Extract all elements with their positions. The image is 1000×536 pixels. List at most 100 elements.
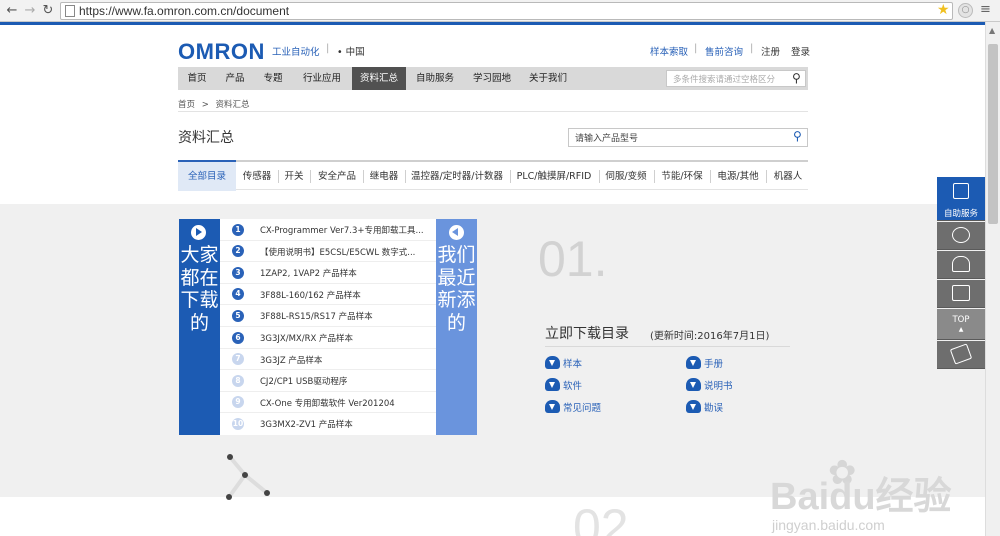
nav-self-service[interactable]: 自助服务 <box>406 67 464 90</box>
popular-downloads-label[interactable]: 大家都在下载的 <box>179 219 220 435</box>
list-item[interactable]: 10 3G3MX2-ZV1 产品样本 <box>220 413 436 435</box>
computer-button[interactable] <box>937 280 985 308</box>
nav-documents[interactable]: 资料汇总 <box>352 67 406 90</box>
download-instructions-link[interactable]: 说明书 <box>686 378 733 392</box>
back-arrow-icon[interactable]: ← <box>4 3 20 19</box>
forward-arrow-icon[interactable]: → <box>22 3 38 19</box>
download-item-label: 手册 <box>704 359 724 370</box>
tab-energy[interactable]: 节能/环保 <box>656 162 708 191</box>
header-divider: | <box>326 43 330 54</box>
tab-divider <box>599 170 600 183</box>
list-item[interactable]: 6 3G3JX/MX/RX 产品样本 <box>220 327 436 349</box>
extension-icon[interactable]: ○ <box>958 3 973 18</box>
recent-additions-label[interactable]: 我们最近新添的 <box>436 219 477 435</box>
phone-button[interactable] <box>937 251 985 279</box>
list-item-title: CX-One 专用卸载软件 Ver201204 <box>260 398 395 409</box>
login-link[interactable]: 登录 <box>791 44 810 58</box>
list-item[interactable]: 4 3F88L-160/162 产品样本 <box>220 284 436 306</box>
list-item[interactable]: 1 CX-Programmer Ver7.3+专用卸载工具... <box>220 219 436 241</box>
tab-divider <box>363 170 364 183</box>
next-step-number: 02 <box>573 499 629 536</box>
list-number: 3 <box>232 266 244 279</box>
page-title: 资料汇总 <box>178 130 234 146</box>
site-name-link[interactable]: 工业自动化 <box>272 44 320 58</box>
tab-switches[interactable]: 开关 <box>280 162 308 191</box>
list-number: 6 <box>232 331 244 344</box>
back-to-top-button[interactable]: TOP ▲ <box>937 309 985 340</box>
list-item[interactable]: 7 3G3JZ 产品样本 <box>220 349 436 371</box>
tab-power[interactable]: 电源/其他 <box>712 162 764 191</box>
tab-relays[interactable]: 继电器 <box>365 162 403 191</box>
nav-home[interactable]: 首页 <box>178 67 216 90</box>
header-divider: | <box>750 43 754 54</box>
nav-search-box[interactable]: 多条件搜索请通过空格区分 ⚲ <box>666 70 806 87</box>
tab-plc[interactable]: PLC/触摸屏/RFID <box>512 162 596 191</box>
list-item-title: 3F88L-160/162 产品样本 <box>260 290 361 301</box>
phone-icon <box>952 256 970 272</box>
list-item[interactable]: 9 CX-One 专用卸载软件 Ver201204 <box>220 392 436 414</box>
product-search-input[interactable]: 请输入产品型号 ⚲ <box>568 128 808 147</box>
header-link-presales[interactable]: 售前咨询 <box>705 44 743 58</box>
list-item-title: CX-Programmer Ver7.3+专用卸载工具... <box>260 226 424 236</box>
download-cloud-icon <box>545 356 560 369</box>
self-service-button[interactable]: 自助服务 <box>937 177 985 221</box>
side-label: 自助服务 <box>943 209 978 219</box>
download-item-label: 样本 <box>563 359 583 370</box>
page-scrollbar[interactable]: ▲ <box>985 22 1000 536</box>
support-button[interactable] <box>937 222 985 250</box>
watermark: ✿ Baidu经验 jingyan.baidu.com <box>740 453 980 536</box>
list-number: 7 <box>232 353 244 366</box>
region-selector[interactable]: • 中国 <box>337 44 365 58</box>
browser-toolbar: ← → ↻ https://www.fa.omron.com.cn/docume… <box>0 0 1000 22</box>
address-bar[interactable]: https://www.fa.omron.com.cn/document <box>60 2 953 20</box>
list-number: 10 <box>232 417 244 430</box>
search-icon[interactable]: ⚲ <box>792 71 801 85</box>
list-item[interactable]: 8 CJ2/CP1 USB驱动程序 <box>220 370 436 392</box>
scroll-up-icon[interactable]: ▲ <box>989 26 995 35</box>
back-arrow-icon <box>449 225 464 240</box>
tab-servo[interactable]: 伺服/变频 <box>601 162 651 191</box>
tab-safety[interactable]: 安全产品 <box>313 162 361 191</box>
nav-topics[interactable]: 专题 <box>254 67 292 90</box>
bookmark-star-icon[interactable]: ★ <box>937 2 950 18</box>
list-number: 1 <box>232 223 244 236</box>
nav-about[interactable]: 关于我们 <box>520 67 576 90</box>
list-item-title: 3G3JZ 产品样本 <box>260 355 323 366</box>
search-icon[interactable]: ⚲ <box>793 129 802 143</box>
omron-logo[interactable]: OMRON <box>178 39 265 65</box>
download-cloud-icon <box>686 378 701 391</box>
tab-all[interactable]: 全部目录 <box>178 160 236 191</box>
breadcrumb-home[interactable]: 首页 <box>178 100 195 110</box>
popular-label-text: 大家都在下载的 <box>180 244 219 334</box>
nav-industry[interactable]: 行业应用 <box>292 67 352 90</box>
tab-sensors[interactable]: 传感器 <box>238 162 276 191</box>
header-link-sample[interactable]: 样本索取 <box>650 44 688 58</box>
play-icon <box>191 225 206 240</box>
register-link[interactable]: 注册 <box>761 44 780 58</box>
tab-divider <box>710 170 711 183</box>
download-errata-link[interactable]: 勘误 <box>686 400 723 414</box>
download-cloud-icon <box>686 356 701 369</box>
nav-products[interactable]: 产品 <box>216 67 254 90</box>
menu-icon[interactable]: ≡ <box>980 3 994 17</box>
breadcrumb: 首页 > 资料汇总 <box>178 98 250 110</box>
page-content: OMRON 工业自动化 | • 中国 样本索取 | 售前咨询 | 注册 登录 首… <box>0 22 985 536</box>
list-number: 8 <box>232 374 244 387</box>
download-samples-link[interactable]: 样本 <box>545 356 582 370</box>
download-manuals-link[interactable]: 手册 <box>686 356 723 370</box>
scroll-thumb[interactable] <box>988 44 998 224</box>
tab-controllers[interactable]: 温控器/定时器/计数器 <box>407 162 507 191</box>
download-faq-link[interactable]: 常见问题 <box>545 400 601 414</box>
tab-robots[interactable]: 机器人 <box>768 162 808 191</box>
download-list: 1 CX-Programmer Ver7.3+专用卸载工具... 2 【使用说明… <box>220 219 436 435</box>
feedback-button[interactable] <box>937 341 985 369</box>
list-item-title: 【使用说明书】E5CSL/E5CWL 数字式... <box>260 247 416 258</box>
list-item[interactable]: 2 【使用说明书】E5CSL/E5CWL 数字式... <box>220 241 436 263</box>
step-number: 01. <box>538 231 608 287</box>
list-item[interactable]: 3 1ZAP2, 1VAP2 产品样本 <box>220 262 436 284</box>
download-software-link[interactable]: 软件 <box>545 378 582 392</box>
list-number: 9 <box>232 396 244 409</box>
nav-learning[interactable]: 学习园地 <box>464 67 520 90</box>
reload-icon[interactable]: ↻ <box>40 3 56 19</box>
list-item[interactable]: 5 3F88L-RS15/RS17 产品样本 <box>220 305 436 327</box>
